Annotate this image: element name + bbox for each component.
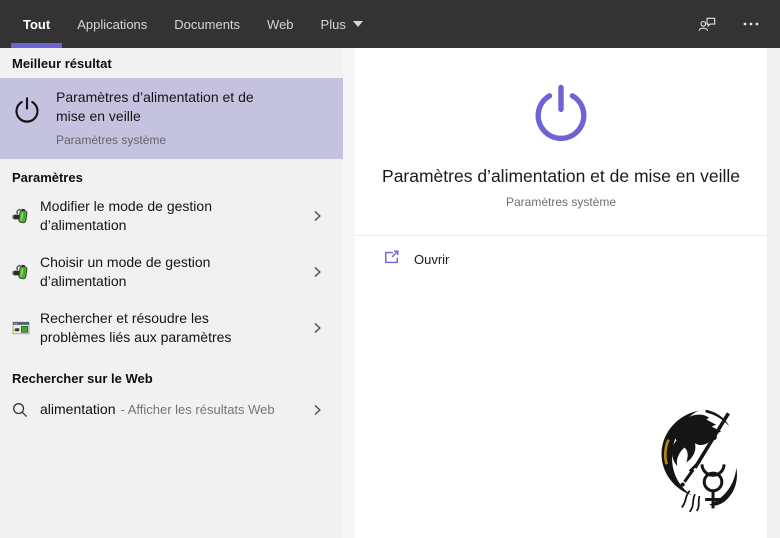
result-item-label: Modifier le mode de gestion d’alimentati… [40, 197, 285, 235]
chevron-down-icon [353, 21, 363, 27]
tab-tout[interactable]: Tout [11, 0, 62, 48]
power-plan-icon [12, 207, 40, 225]
result-item-modify-power-plan[interactable]: Modifier le mode de gestion d’alimentati… [0, 192, 343, 240]
results-panel: Meilleur résultat Paramètres d’alimentat… [0, 48, 355, 538]
tab-applications[interactable]: Applications [65, 0, 159, 48]
chevron-right-icon [311, 210, 323, 222]
chevron-right-icon [311, 266, 323, 278]
search-content: Meilleur résultat Paramètres d’alimentat… [0, 48, 780, 538]
tab-web[interactable]: Web [255, 0, 306, 48]
best-result-subtitle: Paramètres système [56, 133, 306, 147]
troubleshoot-icon [12, 319, 40, 337]
web-search-query: alimentation [40, 401, 116, 417]
filter-tabs: Tout Applications Documents Web Plus [11, 0, 378, 48]
topbar-actions [697, 0, 780, 48]
power-icon [529, 81, 593, 150]
web-search-item[interactable]: alimentation - Afficher les résultats Web [0, 393, 343, 427]
open-action[interactable]: Ouvrir [355, 236, 767, 282]
section-header-best-result: Meilleur résultat [0, 48, 355, 78]
section-header-web-search: Rechercher sur le Web [0, 360, 355, 393]
section-header-settings: Paramètres [0, 159, 355, 192]
tab-label: Documents [174, 17, 240, 32]
open-action-label: Ouvrir [414, 252, 449, 267]
tab-label: Plus [321, 17, 346, 32]
unicorn-emblem-logo [651, 407, 739, 524]
tab-label: Web [267, 17, 294, 32]
web-search-suffix: - Afficher les résultats Web [121, 402, 275, 417]
tab-plus[interactable]: Plus [309, 0, 375, 48]
web-search-text: alimentation - Afficher les résultats Web [40, 401, 275, 419]
best-result-title: Paramètres d’alimentation et de mise en … [56, 88, 306, 126]
chevron-right-icon [311, 404, 323, 416]
power-plan-icon [12, 263, 40, 281]
result-item-label: Choisir un mode de gestion d’alimentatio… [40, 253, 285, 291]
more-options-icon[interactable] [742, 21, 760, 27]
result-item-choose-power-plan[interactable]: Choisir un mode de gestion d’alimentatio… [0, 248, 343, 296]
result-item-label: Rechercher et résoudre les problèmes lié… [40, 309, 285, 347]
tab-label: Tout [23, 17, 50, 32]
open-external-icon [383, 249, 400, 269]
search-icon [12, 402, 40, 418]
preview-title: Paramètres d’alimentation et de mise en … [355, 166, 767, 187]
result-item-troubleshoot-settings[interactable]: Rechercher et résoudre les problèmes lié… [0, 304, 343, 352]
search-filter-bar: Tout Applications Documents Web Plus [0, 0, 780, 48]
power-icon [12, 88, 56, 130]
right-edge-gutter [767, 48, 780, 538]
windows-search-window: Tout Applications Documents Web Plus [0, 0, 780, 538]
chevron-right-icon [311, 322, 323, 334]
tab-documents[interactable]: Documents [162, 0, 252, 48]
best-result-item[interactable]: Paramètres d’alimentation et de mise en … [0, 78, 355, 159]
tab-label: Applications [77, 17, 147, 32]
preview-panel: Paramètres d’alimentation et de mise en … [355, 48, 767, 538]
best-result-text: Paramètres d’alimentation et de mise en … [56, 88, 306, 147]
feedback-icon[interactable] [697, 14, 718, 35]
preview-subtitle: Paramètres système [355, 195, 767, 209]
